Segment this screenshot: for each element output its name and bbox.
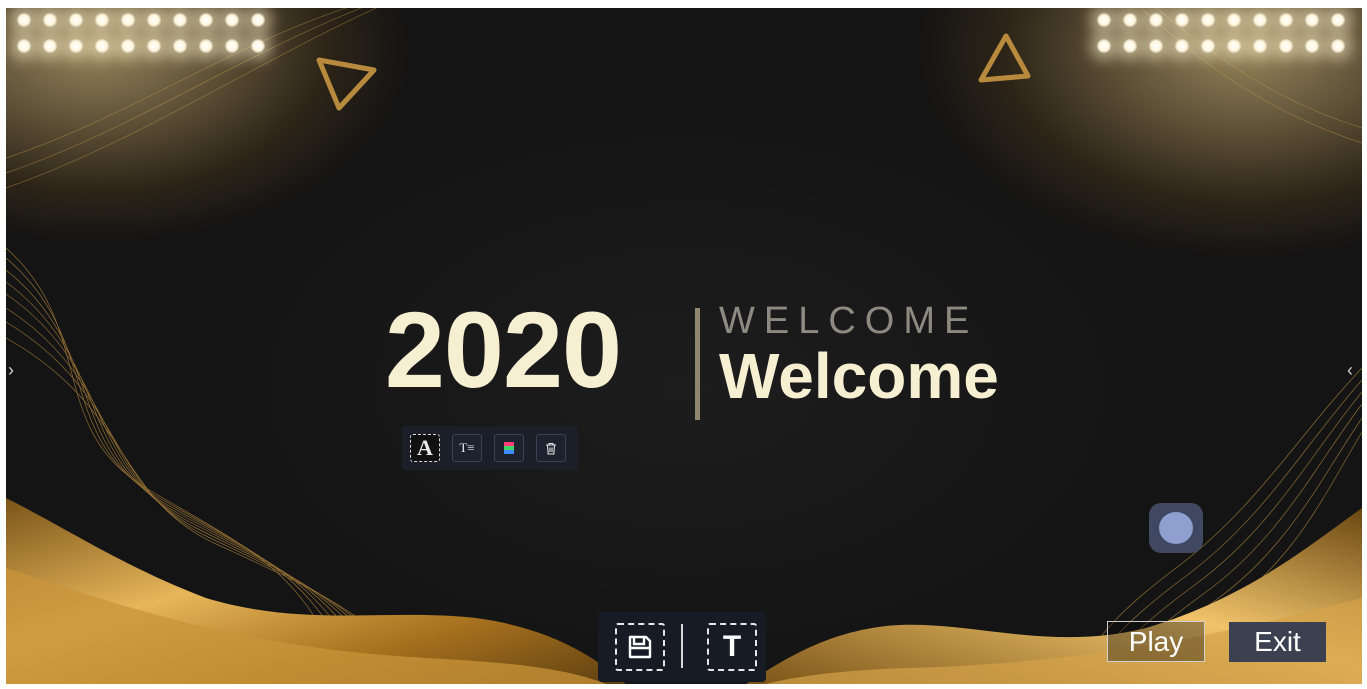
bottom-toolbar: T (598, 612, 766, 682)
exit-button[interactable]: Exit (1229, 622, 1326, 662)
color-button[interactable] (494, 434, 524, 462)
next-slide-arrow[interactable]: ‹ (1347, 360, 1353, 381)
text-edit-toolbar: A T≡ (402, 426, 578, 470)
year-text[interactable]: 2020 (343, 296, 663, 404)
text-size-icon: T≡ (459, 440, 475, 455)
slide-canvas: 2020 WELCOME Welcome A T≡ › ‹ T Play Exi… (6, 8, 1362, 684)
add-text-button[interactable]: T (707, 623, 757, 671)
save-button[interactable] (615, 623, 665, 671)
delete-button[interactable] (536, 434, 566, 462)
prev-slide-arrow[interactable]: › (8, 360, 14, 381)
welcome-kicker-text[interactable]: WELCOME (719, 302, 978, 340)
color-palette-icon (504, 442, 514, 454)
toolbar-separator (681, 624, 683, 668)
text-style-button[interactable]: A (410, 434, 440, 462)
play-button[interactable]: Play (1107, 621, 1205, 662)
floating-assistive-ball[interactable] (1149, 503, 1203, 553)
assistive-ball-icon (1159, 512, 1193, 544)
spotlight-cluster-right (1096, 12, 1362, 54)
text-size-button[interactable]: T≡ (452, 434, 482, 462)
gold-wave-decoration (6, 8, 1362, 684)
title-divider (695, 308, 700, 420)
add-text-icon: T (722, 630, 742, 663)
spotlight-cluster-left (16, 12, 276, 54)
welcome-headline-text[interactable]: Welcome (719, 344, 999, 408)
trash-icon (546, 442, 556, 455)
save-icon (628, 635, 652, 659)
text-style-icon: A (417, 435, 433, 460)
